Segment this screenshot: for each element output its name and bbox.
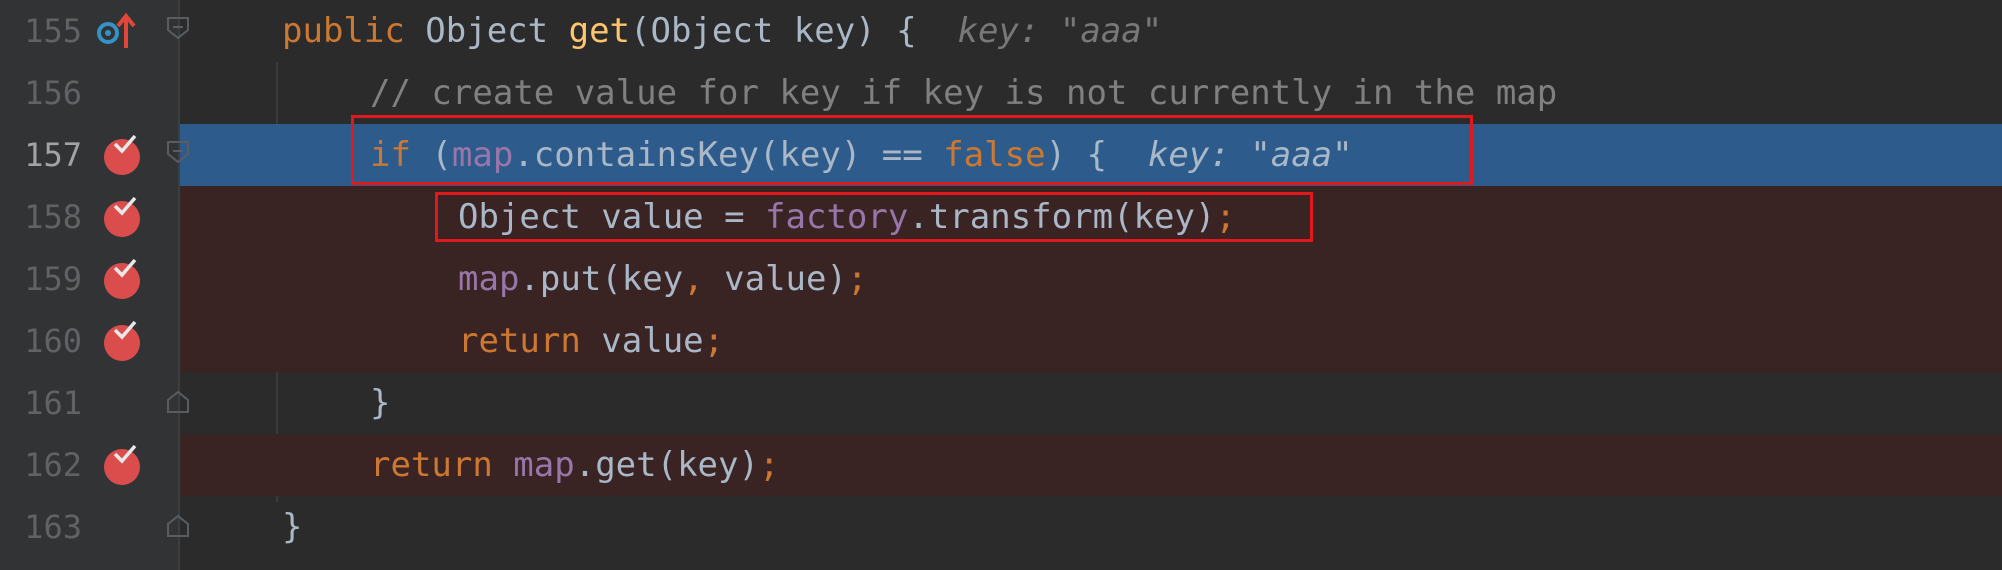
- code-text[interactable]: return map.get(key);: [370, 434, 779, 496]
- argument: value): [724, 259, 847, 299]
- code-line-159[interactable]: 159 map.put(key, value);: [0, 248, 2002, 310]
- breakpoint-icon[interactable]: [104, 196, 140, 237]
- field-map: map: [513, 445, 575, 485]
- breakpoint-icon[interactable]: [104, 444, 140, 485]
- fold-icon[interactable]: [166, 140, 190, 164]
- highlight-box-transform: [435, 192, 1313, 242]
- line-number[interactable]: 156: [0, 62, 82, 124]
- line-number[interactable]: 159: [0, 248, 82, 310]
- line-number[interactable]: 160: [0, 310, 82, 372]
- code-text[interactable]: }: [370, 372, 390, 434]
- inline-debug-value: key: "aaa": [916, 11, 1163, 51]
- code-text[interactable]: return value;: [458, 310, 724, 372]
- implements-method-icon[interactable]: [96, 8, 142, 54]
- line-number[interactable]: 155: [0, 0, 82, 62]
- highlight-box-condition: [351, 115, 1473, 185]
- line-number[interactable]: 161: [0, 372, 82, 434]
- fold-end-icon[interactable]: [166, 514, 190, 538]
- type-name: Object: [425, 11, 569, 51]
- fold-icon[interactable]: [166, 16, 190, 40]
- code-text[interactable]: map.put(key, value);: [458, 248, 867, 310]
- semicolon: ;: [846, 259, 868, 299]
- method-name: get: [568, 11, 631, 51]
- breakpoint-icon[interactable]: [104, 320, 140, 361]
- line-number[interactable]: 163: [0, 496, 82, 558]
- comma: ,: [683, 259, 725, 299]
- brace: }: [282, 507, 303, 547]
- field-map: map: [458, 259, 520, 299]
- keyword-return: return: [370, 445, 514, 485]
- code-text[interactable]: public Object get(Object key) { key: "aa…: [282, 0, 1162, 62]
- line-number[interactable]: 162: [0, 434, 82, 496]
- fold-end-icon[interactable]: [166, 390, 190, 414]
- identifier: value: [601, 321, 704, 361]
- code-editor[interactable]: 155 public Object get(Object key) { key:…: [0, 0, 2002, 570]
- brace: }: [370, 383, 391, 423]
- breakpoint-line-highlight: [180, 248, 2002, 310]
- keyword-return: return: [458, 321, 602, 361]
- line-number[interactable]: 157: [0, 124, 82, 186]
- code-line-160[interactable]: 160 return value;: [0, 310, 2002, 372]
- semicolon: ;: [758, 445, 780, 485]
- code-line-155[interactable]: 155 public Object get(Object key) { key:…: [0, 0, 2002, 62]
- breakpoint-icon[interactable]: [104, 258, 140, 299]
- keyword-public: public: [282, 11, 426, 51]
- method-call: .put(key: [519, 259, 684, 299]
- code-line-161[interactable]: 161 }: [0, 372, 2002, 434]
- breakpoint-icon[interactable]: [104, 134, 140, 175]
- comment: // create value for key if key is not cu…: [370, 73, 1558, 113]
- code-text[interactable]: }: [282, 496, 302, 558]
- method-call: .get(key): [574, 445, 759, 485]
- method-params: (Object key) {: [630, 11, 917, 51]
- code-line-163[interactable]: 163 }: [0, 496, 2002, 558]
- code-line-162[interactable]: 162 return map.get(key);: [0, 434, 2002, 496]
- semicolon: ;: [703, 321, 725, 361]
- line-number[interactable]: 158: [0, 186, 82, 248]
- breakpoint-line-highlight: [180, 310, 2002, 372]
